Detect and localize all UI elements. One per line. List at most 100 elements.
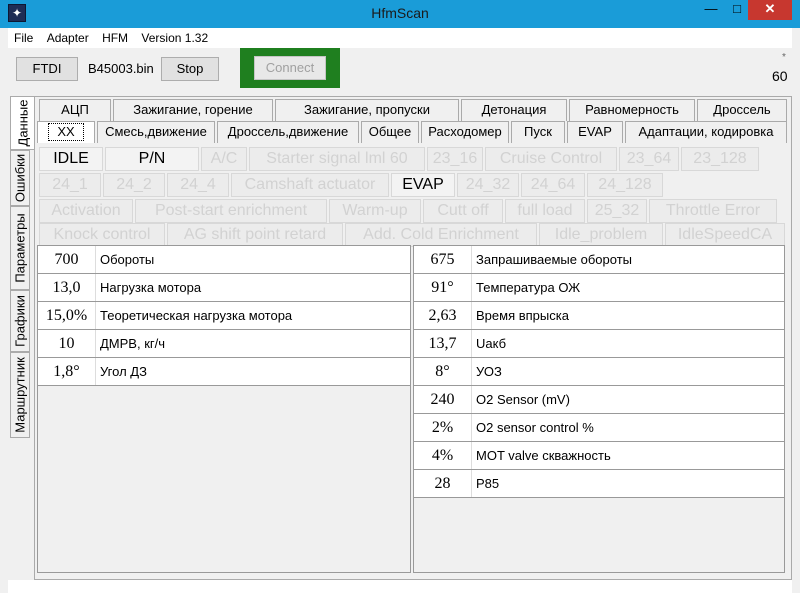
tab-adaptations[interactable]: Адаптации, кодировка (625, 121, 787, 143)
tab-throttle[interactable]: Дроссель (697, 99, 787, 121)
menu-hfm[interactable]: HFM (96, 28, 128, 45)
side-tab-route-label: Маршрутник (12, 357, 28, 433)
param-value: 2,63 (414, 302, 472, 329)
param-value: 700 (38, 246, 96, 273)
param-row: 15,0% Теоретическая нагрузка мотора (38, 302, 410, 330)
param-label: УОЗ (476, 364, 502, 379)
param-row: 240 O2 Sensor (mV) (414, 386, 784, 414)
flag-camshaft-actuator: Camshaft actuator (231, 173, 389, 197)
tab-start[interactable]: Пуск (511, 121, 565, 143)
side-tab-graphs-label: Графики (12, 295, 28, 347)
side-tab-data[interactable]: Данные (10, 96, 34, 150)
close-button[interactable]: ✕ (748, 0, 792, 20)
tab-knock[interactable]: Детонация (461, 99, 567, 121)
param-row: 1,8° Угол ДЗ (38, 358, 410, 386)
status-strip (8, 580, 792, 593)
side-tab-params[interactable]: Параметры (10, 206, 30, 290)
flag-24-32: 24_32 (457, 173, 519, 197)
flag-row-3: Activation Post-start enrichment Warm-up… (39, 199, 785, 223)
side-tab-errors[interactable]: Ошибки (10, 150, 30, 206)
connect-button[interactable]: Connect (254, 56, 326, 80)
tab-ignition-misfires[interactable]: Зажигание, пропуски (275, 99, 459, 121)
param-value: 4% (414, 442, 472, 469)
flag-cutt-off: Cutt off (423, 199, 503, 223)
param-label: Запрашиваемые обороты (476, 252, 632, 267)
param-label: Температура ОЖ (476, 280, 581, 295)
flag-24-4: 24_4 (167, 173, 229, 197)
param-label: MOT valve скважность (476, 448, 611, 463)
param-value: 8° (414, 358, 472, 385)
param-label: Обороты (100, 252, 155, 267)
flag-23-128: 23_128 (681, 147, 759, 171)
param-value: 91° (414, 274, 472, 301)
tab-uniformity[interactable]: Равномерность (569, 99, 695, 121)
flag-24-2: 24_2 (103, 173, 165, 197)
params-right-panel: 675 Запрашиваемые обороты 91° Температур… (413, 245, 785, 573)
param-row: 28 P85 (414, 470, 784, 498)
toolbar: FTDI B45003.bin Stop Connect * 60 (8, 48, 792, 92)
star-marker: * (782, 52, 786, 63)
side-tab-params-label: Параметры (12, 213, 28, 283)
menu-file[interactable]: File (8, 28, 33, 45)
main-panel: АЦП Зажигание, горение Зажигание, пропус… (34, 96, 792, 580)
flag-full-load: full load (505, 199, 585, 223)
tab-flowmeter[interactable]: Расходомер (421, 121, 509, 143)
minimize-button[interactable]: — (698, 0, 724, 20)
window-title: HfmScan (371, 5, 429, 21)
tab-general[interactable]: Общее (361, 121, 419, 143)
flag-24-1: 24_1 (39, 173, 101, 197)
flag-row-2: 24_1 24_2 24_4 Camshaft actuator EVAP 24… (39, 173, 785, 197)
param-value: 13,7 (414, 330, 472, 357)
flag-23-64: 23_64 (619, 147, 679, 171)
flag-23-16: 23_16 (427, 147, 483, 171)
param-value: 1,8° (38, 358, 96, 385)
stop-button[interactable]: Stop (161, 57, 219, 81)
param-value: 675 (414, 246, 472, 273)
flag-add-cold-enrichment: Add. Cold Enrichment (345, 223, 537, 247)
flag-throttle-error: Throttle Error (649, 199, 777, 223)
param-label: Угол ДЗ (100, 364, 147, 379)
param-row: 675 Запрашиваемые обороты (414, 246, 784, 274)
tab-row-2: XX Смесь,движение Дроссель,движение Обще… (37, 121, 789, 143)
counter-value: 60 (772, 68, 788, 84)
flag-24-64: 24_64 (521, 173, 585, 197)
tab-ignition-combustion[interactable]: Зажигание, горение (113, 99, 273, 121)
param-value: 15,0% (38, 302, 96, 329)
flag-cruise-control: Cruise Control (485, 147, 617, 171)
param-label: Uакб (476, 336, 507, 351)
params-left-panel: 700 Обороты 13,0 Нагрузка мотора 15,0% Т… (37, 245, 411, 573)
flag-activation: Activation (39, 199, 133, 223)
flag-ac: A/C (201, 147, 247, 171)
tab-row-1: АЦП Зажигание, горение Зажигание, пропус… (37, 99, 789, 121)
side-tab-route[interactable]: Маршрутник (10, 352, 30, 438)
tab-evap[interactable]: EVAP (567, 121, 623, 143)
flag-starter-signal: Starter signal lml 60 (249, 147, 425, 171)
flag-idle: IDLE (39, 147, 103, 171)
tab-adc[interactable]: АЦП (39, 99, 111, 121)
side-tab-data-label: Данные (15, 99, 30, 147)
flag-ag-shift-point-retard: AG shift point retard (167, 223, 343, 247)
title-bar: ✦ HfmScan — □ ✕ (0, 0, 800, 28)
flag-row-1: IDLE P/N A/C Starter signal lml 60 23_16… (39, 147, 785, 171)
tab-throttle-driving[interactable]: Дроссель,движение (217, 121, 359, 143)
side-tab-graphs[interactable]: Графики (10, 290, 30, 352)
param-value: 28 (414, 470, 472, 497)
param-value: 13,0 (38, 274, 96, 301)
param-row: 8° УОЗ (414, 358, 784, 386)
param-label: P85 (476, 476, 500, 491)
ftdi-button[interactable]: FTDI (16, 57, 78, 81)
param-label: Нагрузка мотора (100, 280, 202, 295)
param-row: 10 ДМРВ, кг/ч (38, 330, 410, 358)
tab-idle[interactable]: XX (37, 121, 95, 143)
maximize-button[interactable]: □ (724, 0, 750, 20)
param-label: ДМРВ, кг/ч (100, 336, 166, 351)
menu-adapter[interactable]: Adapter (41, 28, 89, 45)
flag-25-32: 25_32 (587, 199, 647, 223)
menu-version[interactable]: Version 1.32 (135, 28, 208, 45)
side-tab-errors-label: Ошибки (12, 153, 28, 203)
param-row: 2,63 Время впрыска (414, 302, 784, 330)
param-row: 700 Обороты (38, 246, 410, 274)
tab-mixture-driving[interactable]: Смесь,движение (97, 121, 215, 143)
flag-24-128: 24_128 (587, 173, 663, 197)
param-label: O2 sensor control % (476, 420, 594, 435)
